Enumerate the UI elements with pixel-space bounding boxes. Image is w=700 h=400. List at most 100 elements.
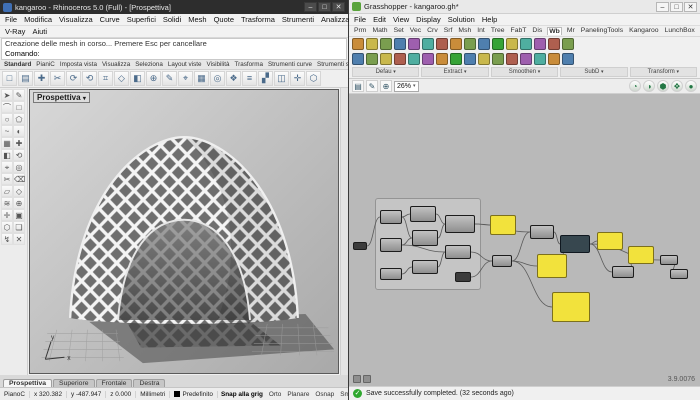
graph-component-node-15[interactable]	[560, 235, 590, 253]
grasshopper-canvas[interactable]: 3.9.0076	[349, 94, 700, 386]
component-icon-10[interactable]	[492, 38, 504, 50]
rhino-side-tool-icon-24[interactable]: ↯	[1, 233, 13, 245]
rhino-tool-icon-14[interactable]: ❖	[226, 71, 241, 86]
group-dropdown-arrow-icon[interactable]: ▾	[393, 69, 396, 75]
canvas-display-icon-4[interactable]: ●	[685, 80, 697, 92]
component-icon-4[interactable]	[408, 38, 420, 50]
gh-ribbon-tab-crv[interactable]: Crv	[426, 27, 439, 35]
gh-ribbon-tab-prm[interactable]: Prm	[353, 27, 367, 35]
status-toggle-smarttrac[interactable]: SmartTrac	[337, 391, 348, 398]
rhino-tool-icon-16[interactable]: ▞	[258, 71, 273, 86]
gh-ribbon-tab-lunchbox[interactable]: LunchBox	[664, 27, 696, 35]
component-icon-6[interactable]	[436, 53, 448, 65]
gh-ribbon-tab-math[interactable]: Math	[371, 27, 388, 35]
component-icon-1[interactable]	[366, 53, 378, 65]
gh-menu-solution[interactable]: Solution	[448, 15, 475, 24]
rhino-tool-icon-10[interactable]: ✎	[162, 71, 177, 86]
component-icon-12[interactable]	[520, 38, 532, 50]
rhino-tool-icon-17[interactable]: ◫	[274, 71, 289, 86]
zoom-control[interactable]: 26% ▾	[394, 81, 419, 92]
status-toggle-orto[interactable]: Orto	[266, 391, 284, 398]
rhino-menu-file[interactable]: File	[5, 15, 17, 24]
canvas-display-icon-2[interactable]: ⬢	[657, 80, 669, 92]
rhino-tool-icon-7[interactable]: ◇	[114, 71, 129, 86]
component-icon-8[interactable]	[464, 38, 476, 50]
component-icon-10[interactable]	[492, 53, 504, 65]
component-icon-14[interactable]	[548, 53, 560, 65]
gh-ribbon-tab-tree[interactable]: Tree	[490, 27, 506, 35]
rhino-side-tool-icon-15[interactable]: ⌫	[13, 173, 25, 185]
component-icon-4[interactable]	[408, 53, 420, 65]
status-toggle-snap-alla-grig[interactable]: Snap alla grig	[218, 391, 266, 398]
component-icon-2[interactable]	[380, 53, 392, 65]
component-icon-5[interactable]	[422, 38, 434, 50]
gh-ribbon-tab-kangaroo[interactable]: Kangaroo	[628, 27, 659, 35]
component-icon-0[interactable]	[352, 38, 364, 50]
canvas-tool-icon-0[interactable]: ▤	[352, 80, 364, 92]
graph-component-node-4[interactable]	[380, 238, 402, 252]
canvas-widget-icon[interactable]	[363, 375, 371, 383]
graph-panel-node-16[interactable]	[597, 232, 623, 250]
status-toggle-planare[interactable]: Planare	[284, 391, 312, 398]
rhino-tool-icon-8[interactable]: ◧	[130, 71, 145, 86]
rhino-side-tool-icon-12[interactable]: ⌖	[1, 161, 13, 173]
rhino-side-tool-icon-19[interactable]: ⊕	[13, 197, 25, 209]
group-dropdown-arrow-icon[interactable]: ▾	[676, 69, 679, 75]
group-dropdown-arrow-icon[interactable]: ▾	[464, 69, 467, 75]
cplane-button[interactable]: PianoC	[0, 391, 30, 398]
component-icon-8[interactable]	[464, 53, 476, 65]
rhino-side-tool-icon-5[interactable]: ⬠	[13, 113, 25, 125]
rhino-side-tool-icon-9[interactable]: ✚	[13, 137, 25, 149]
canvas-tool-icon-2[interactable]: ⊕	[380, 80, 392, 92]
viewport-title-label[interactable]: Prospettiva ▾	[33, 92, 90, 103]
rhino-toolbar-tab-strumenti-curve[interactable]: Strumenti curve	[268, 61, 312, 68]
gh-ribbon-tab-int[interactable]: Int	[476, 27, 486, 35]
component-icon-2[interactable]	[380, 38, 392, 50]
component-icon-13[interactable]	[534, 38, 546, 50]
rhino-side-tool-icon-10[interactable]: ◧	[1, 149, 13, 161]
component-icon-14[interactable]	[548, 38, 560, 50]
close-button[interactable]: ✕	[332, 2, 345, 12]
close-button[interactable]: ✕	[684, 2, 697, 12]
graph-component-node-3[interactable]	[412, 230, 438, 246]
view-tab-destra[interactable]: Destra	[133, 379, 165, 387]
rhino-tool-icon-9[interactable]: ⊕	[146, 71, 161, 86]
rhino-menu-analizza[interactable]: Analizza	[321, 15, 349, 24]
perspective-viewport[interactable]: Prospettiva ▾	[29, 89, 339, 374]
rhino-tool-icon-3[interactable]: ✂	[50, 71, 65, 86]
canvas-widget-icon[interactable]	[353, 375, 361, 383]
rhino-right-panel-strip[interactable]	[340, 88, 348, 375]
gh-ribbon-tab-fabt[interactable]: FabT	[510, 27, 528, 35]
rhino-side-tool-icon-13[interactable]: ◎	[13, 161, 25, 173]
graph-panel-node-13[interactable]	[537, 254, 567, 278]
rhino-side-tool-icon-6[interactable]: ~	[1, 125, 13, 137]
gh-menu-file[interactable]: File	[354, 15, 366, 24]
view-tab-frontale[interactable]: Frontale	[96, 379, 133, 387]
gh-menu-help[interactable]: Help	[482, 15, 497, 24]
rhino-side-tool-icon-23[interactable]: ❏	[13, 221, 25, 233]
graph-component-node-8[interactable]	[380, 268, 402, 280]
component-icon-6[interactable]	[436, 38, 448, 50]
group-dropdown-arrow-icon[interactable]: ▾	[601, 69, 604, 75]
rhino-side-tool-icon-16[interactable]: ▱	[1, 185, 13, 197]
rhino-menu-superfici[interactable]: Superfici	[127, 15, 156, 24]
rhino-menu-mesh[interactable]: Mesh	[188, 15, 206, 24]
component-icon-5[interactable]	[422, 53, 434, 65]
graph-component-node-0[interactable]	[353, 242, 367, 250]
rhino-tool-icon-11[interactable]: ⌖	[178, 71, 193, 86]
rhino-side-tool-icon-8[interactable]: ▦	[1, 137, 13, 149]
graph-component-node-20[interactable]	[670, 269, 688, 279]
view-tab-prospettiva[interactable]: Prospettiva	[3, 379, 52, 387]
canvas-display-icon-3[interactable]: ❖	[671, 80, 683, 92]
rhino-tool-icon-5[interactable]: ⟲	[82, 71, 97, 86]
palette-group-extract[interactable]: Extract ▾	[421, 67, 488, 77]
rhino-tool-icon-4[interactable]: ⟳	[66, 71, 81, 86]
gh-ribbon-tab-srf[interactable]: Srf	[443, 27, 454, 35]
gh-menu-view[interactable]: View	[393, 15, 409, 24]
maximize-button[interactable]: □	[318, 2, 331, 12]
rhino-toolbar-tab-visualizza[interactable]: Visualizza	[102, 61, 130, 68]
rhino-menu-v-ray[interactable]: V-Ray	[5, 27, 25, 36]
component-icon-0[interactable]	[352, 53, 364, 65]
component-icon-7[interactable]	[450, 38, 462, 50]
rhino-tool-icon-12[interactable]: ▦	[194, 71, 209, 86]
